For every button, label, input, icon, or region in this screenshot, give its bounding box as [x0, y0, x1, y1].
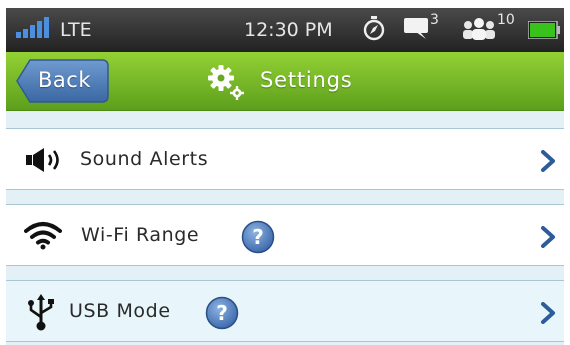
- status-bar: LTE 12:30 PM 3 10: [6, 8, 564, 52]
- settings-item-label: USB Mode: [69, 300, 171, 322]
- clock: 12:30 PM: [244, 19, 333, 41]
- people-icon: [462, 17, 496, 46]
- help-icon[interactable]: ?: [205, 296, 239, 334]
- chevron-right-icon: [540, 226, 556, 252]
- svg-text:?: ?: [216, 301, 228, 325]
- title-bar: Back Settings: [6, 52, 564, 111]
- app-frame: LTE 12:30 PM 3 10 Back Settings Sound Al…: [6, 8, 564, 345]
- people-count: 10: [497, 12, 515, 28]
- chevron-right-icon: [540, 150, 556, 176]
- wifi-icon: [24, 220, 62, 254]
- settings-item-wifi-range[interactable]: Wi-Fi Range ?: [6, 204, 564, 266]
- network-type: LTE: [60, 19, 92, 41]
- battery-icon: [527, 20, 560, 44]
- back-button[interactable]: Back: [16, 59, 109, 103]
- chat-icon: [404, 18, 428, 45]
- settings-item-usb-mode[interactable]: USB Mode ?: [6, 280, 564, 342]
- settings-item-label: Sound Alerts: [80, 148, 209, 170]
- settings-item-label: Wi-Fi Range: [81, 224, 200, 246]
- usb-icon: [27, 294, 55, 336]
- settings-item-sound-alerts[interactable]: Sound Alerts: [6, 128, 564, 190]
- svg-text:?: ?: [252, 225, 264, 249]
- speaker-icon: [24, 146, 70, 178]
- help-icon[interactable]: ?: [241, 220, 275, 258]
- signal-icon: [16, 17, 58, 44]
- page-title: Settings: [260, 68, 353, 92]
- messages-count: 3: [430, 12, 439, 28]
- back-button-label: Back: [38, 68, 91, 92]
- chevron-right-icon: [540, 302, 556, 328]
- compass-icon: [362, 16, 386, 47]
- gear-icon: [206, 63, 246, 105]
